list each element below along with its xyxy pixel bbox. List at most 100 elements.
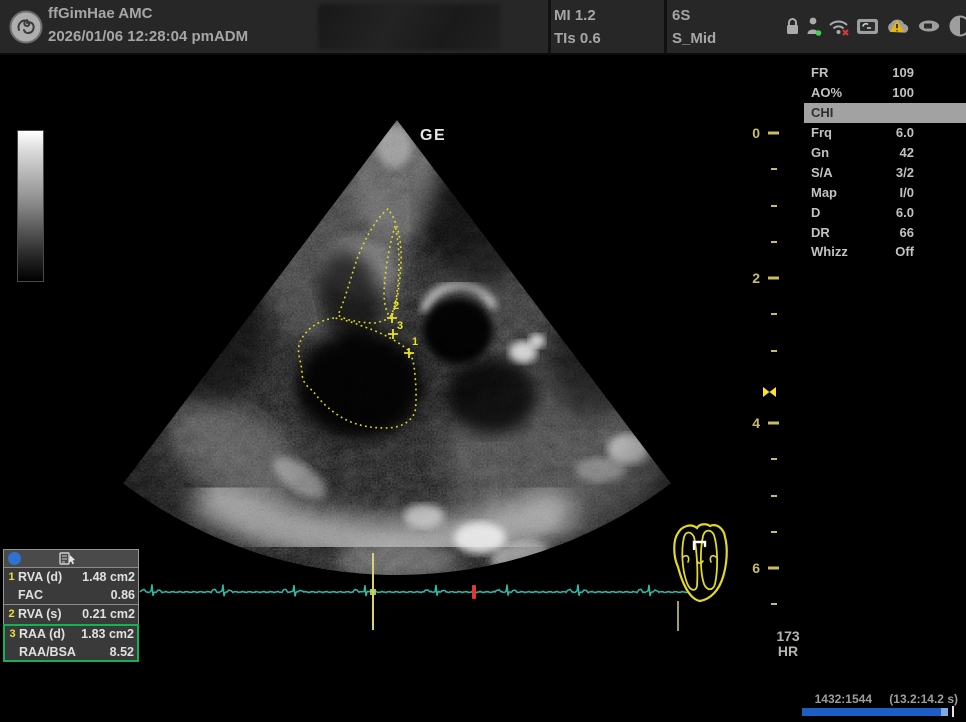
param-row-sa: S/A3/2 — [804, 162, 966, 182]
fan-orientation-label: GE — [420, 127, 446, 145]
grayscale-bar — [17, 130, 44, 282]
measurement-value: 1.48 cm2 — [82, 570, 135, 584]
param-value: 6.0 — [896, 125, 914, 140]
tis-value: 0.6 — [580, 30, 601, 47]
focus-marker — [763, 387, 770, 397]
ruler-depth-label: 6 — [752, 560, 760, 576]
measurement-label: RVA (s) — [18, 607, 62, 621]
caliper-label: 1 — [412, 336, 418, 348]
cine-progress-head[interactable] — [941, 708, 948, 716]
mi-label: MI — [554, 7, 571, 24]
param-row-map: Map I/0 — [804, 182, 966, 202]
institution-name: ffGimHae AMC — [48, 5, 152, 22]
measurement-value: 8.52 — [110, 645, 134, 659]
param-row-gn: Gn 42 — [804, 143, 966, 163]
focus-marker — [770, 387, 777, 397]
param-row-frq: Frq 6.0 — [804, 123, 966, 143]
measurement-row[interactable]: 2RVA (s)0.21 cm2 — [4, 605, 138, 623]
ruler-minor-tick — [771, 458, 777, 460]
ruler-major-tick — [768, 132, 779, 135]
param-value: 42 — [900, 145, 914, 160]
measurement-results-panel: 1RVA (d)1.48 cm2 FAC 0.86 2RVA (s)0.21 cm2 3… — [3, 549, 139, 662]
measurement-row[interactable]: FAC 0.86 — [4, 586, 138, 604]
param-label: S/A — [811, 165, 833, 180]
ruler-minor-tick — [771, 531, 777, 533]
ruler-minor-tick — [771, 603, 777, 605]
status-icon-row — [784, 13, 966, 39]
heart-rate-display: 173 HR — [769, 629, 807, 659]
mi-value: 1.2 — [575, 7, 596, 24]
ruler-minor-tick — [771, 350, 777, 352]
ruler-minor-tick — [771, 495, 777, 497]
mechanical-index: MI 1.2 — [554, 7, 596, 24]
param-value: 6.0 — [896, 205, 914, 220]
measurement-section: 1RVA (d)1.48 cm2 FAC 0.86 — [4, 568, 138, 604]
measurement-label: RAA/BSA — [19, 645, 76, 659]
heart-rate-label: HR — [769, 644, 807, 659]
contrast-icon[interactable] — [948, 13, 966, 39]
heart-rate-value: 173 — [769, 629, 807, 644]
wifi-error-icon[interactable] — [827, 13, 851, 39]
heart-orientation-icon — [674, 524, 726, 601]
top-status-bar: ffGimHae AMC 2026/01/06 12:28:04 pmADM M… — [0, 0, 966, 55]
param-label: DR — [811, 225, 830, 240]
patient-info-redacted — [318, 4, 500, 50]
param-value: 100 — [892, 85, 914, 100]
measurement-row[interactable]: 1RVA (d)1.48 cm2 — [4, 568, 138, 586]
param-label: Frq — [811, 125, 832, 140]
echo-sector — [80, 110, 720, 620]
cloud-warning-icon[interactable] — [884, 13, 912, 39]
measurement-label: RAA (d) — [19, 627, 65, 641]
cine-end-tick — [952, 706, 954, 717]
cine-frame-counter: 1432:1544 — [790, 692, 872, 706]
measurement-value: 0.86 — [111, 588, 135, 602]
datetime: 2026/01/06 12:28:04 pm — [48, 28, 214, 45]
datetime-operator: 2026/01/06 12:28:04 pmADM — [48, 28, 248, 45]
measurement-panel-header — [4, 550, 138, 568]
ecg-event-marker — [472, 585, 476, 599]
ruler-minor-tick — [771, 241, 777, 243]
ruler-minor-tick — [771, 168, 777, 170]
ruler-major-tick — [768, 567, 779, 570]
measurement-number: 3 — [8, 628, 17, 640]
measurement-label: FAC — [18, 588, 43, 602]
lock-icon[interactable] — [784, 13, 801, 39]
ge-gateway-icon[interactable] — [855, 13, 880, 39]
separator — [664, 0, 667, 53]
ruler-major-tick — [768, 277, 779, 280]
caliper-label: 3 — [397, 320, 403, 332]
measurement-number: 1 — [7, 571, 16, 583]
param-row-whizz: Whizz Off — [804, 242, 966, 262]
param-label: CHI — [811, 105, 833, 120]
thermal-index: TIs 0.6 — [554, 30, 601, 47]
ultrasound-screen: 123 0246 ffGimHae AMC — [0, 0, 966, 722]
imaging-parameters-panel: FR 109 AO% 100 CHI Frq 6.0 Gn 42 S/A3/2 Map I/0 D 6.0… — [804, 63, 966, 262]
param-value: 109 — [892, 65, 914, 80]
param-row-fr: FR 109 — [804, 63, 966, 83]
param-row-dr: DR 66 — [804, 222, 966, 242]
param-value: Off — [895, 244, 914, 259]
param-label: AO% — [811, 85, 842, 100]
param-label: D — [811, 205, 820, 220]
depth-ruler: 0246 — [752, 125, 779, 605]
measurement-row[interactable]: RAA/BSA 8.52 — [5, 643, 137, 660]
param-label: Whizz — [811, 244, 848, 259]
measurement-row[interactable]: 3RAA (d) 1.83 cm2 — [5, 626, 137, 643]
separator — [548, 0, 551, 53]
user-online-icon[interactable] — [805, 13, 823, 39]
param-value: 66 — [900, 225, 914, 240]
measurement-value: 1.83 cm2 — [81, 627, 134, 641]
param-label: FR — [811, 65, 828, 80]
param-label: Gn — [811, 145, 829, 160]
usb-icon[interactable] — [916, 13, 944, 39]
param-value: I/0 — [900, 185, 914, 200]
param-row-d: D 6.0 — [804, 202, 966, 222]
param-row-ao: AO% 100 — [804, 83, 966, 103]
caliper-icon — [59, 552, 77, 565]
param-label: Map — [811, 185, 837, 200]
ruler-major-tick — [768, 422, 779, 425]
operator-id: ADM — [214, 28, 248, 45]
probe-name: 6S — [672, 7, 690, 24]
ge-logo-icon — [9, 10, 43, 44]
cine-progress-bar[interactable] — [802, 708, 948, 716]
